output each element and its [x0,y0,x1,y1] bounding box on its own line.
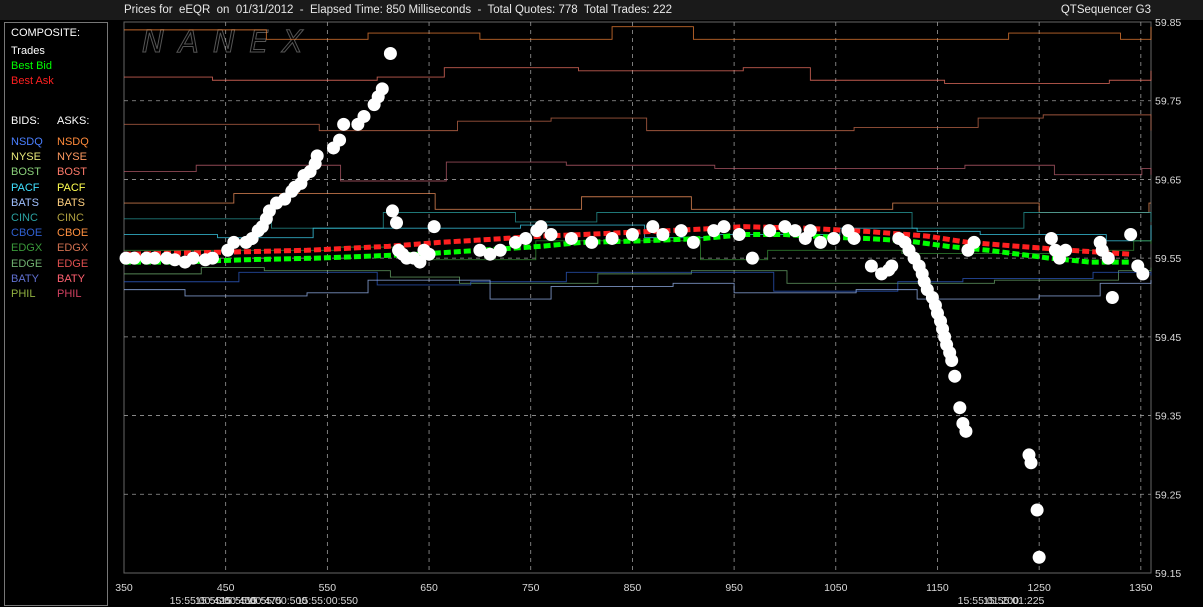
x-tick-label: 1250 [1027,582,1051,594]
x-axis-ticks: 350 450 550 650 750 850 950 1050 1150 1250 1350 [115,582,1152,594]
trade-point [390,216,404,230]
trade-point [967,235,981,249]
trade-point [333,133,347,147]
y-tick-label: 59.45 [1155,332,1181,344]
trade-point [788,224,802,238]
trade-point [948,369,962,383]
exchange-quote-line [124,161,1152,182]
trade-point [148,251,162,265]
y-tick-label: 59.65 [1155,174,1181,186]
trade-point [1101,251,1115,265]
y-tick-label: 59.85 [1155,17,1181,29]
x-tick-label: 350 [115,582,133,594]
exchange-quote-line [124,267,1152,284]
exchange-quote-line [124,212,1152,229]
x-tick-label: 1150 [926,582,949,594]
trade-point [1030,503,1044,517]
trade-point [847,231,861,245]
trade-point [803,224,817,238]
exchange-quote-line [124,114,1152,132]
x-tick-label: 1350 [1129,582,1153,594]
trade-point [953,401,967,415]
trade-point [519,231,533,245]
x-tick-label: 450 [217,582,235,594]
trade-point [534,220,548,234]
y-tick-label: 59.25 [1155,489,1181,501]
trade-point [1105,291,1119,304]
x-tick-label: 1050 [824,582,848,594]
exchange-quote-line [124,271,1152,292]
trade-point [686,235,700,249]
trade-point [227,235,241,249]
trade-point [493,243,507,257]
trade-point [544,228,558,242]
trade-point [1059,243,1073,257]
trade-point [385,204,399,218]
best-bid-series [124,232,1131,265]
trade-point [814,235,828,249]
trade-point [422,247,436,261]
grid-lines [124,22,1151,573]
trade-point [1032,550,1046,564]
trade-point [427,220,441,234]
time-label: 15:55:01:225 [983,595,1044,607]
trade-point [625,228,639,242]
trade-point [646,220,660,234]
trade-point [717,220,731,234]
trade-point [732,228,746,242]
time-axis-labels: 15:55:00:42515:55:00:45015:55:00:47515:5… [170,595,1045,607]
trade-point [945,353,959,367]
trade-point [864,259,878,273]
trade-point [674,224,688,238]
y-tick-label: 59.55 [1155,253,1181,265]
y-tick-label: 59.15 [1155,568,1181,580]
y-tick-label: 59.75 [1155,96,1181,108]
trade-point [585,235,599,249]
x-tick-label: 950 [725,582,743,594]
trade-point [656,228,670,242]
time-label: 15:55:00:550 [297,595,358,607]
plot-border [123,21,1152,574]
trade-point [375,82,389,96]
trade-point [186,251,200,265]
exchange-quote-line [124,67,1152,84]
trade-point [745,251,759,265]
y-tick-label: 59.35 [1155,411,1181,423]
trade-point [383,46,397,60]
y-axis-ticks: 59.85 59.75 59.65 59.55 59.45 59.35 59.25 59.15 [1155,17,1181,580]
trade-point [337,117,351,131]
x-tick-label: 650 [420,582,438,594]
trade-point [885,259,899,273]
trade-point [763,224,777,238]
trade-point [959,424,973,438]
trade-point [1024,456,1038,470]
trade-point [310,149,324,163]
trade-point [564,231,578,245]
price-chart: NANEX 59.8559.7559.6559.5559.4559.3559.2… [115,17,1181,607]
exchange-quote-line [124,279,1152,300]
trade-point [827,231,841,245]
trade-point [605,231,619,245]
trade-point [1136,267,1150,281]
trade-point [1124,228,1138,242]
x-tick-label: 550 [319,582,337,594]
trade-point [357,109,371,123]
x-tick-label: 850 [624,582,642,594]
trade-point [127,251,141,265]
x-tick-label: 750 [522,582,540,594]
trade-point [205,251,219,265]
trade-point [1044,231,1058,245]
